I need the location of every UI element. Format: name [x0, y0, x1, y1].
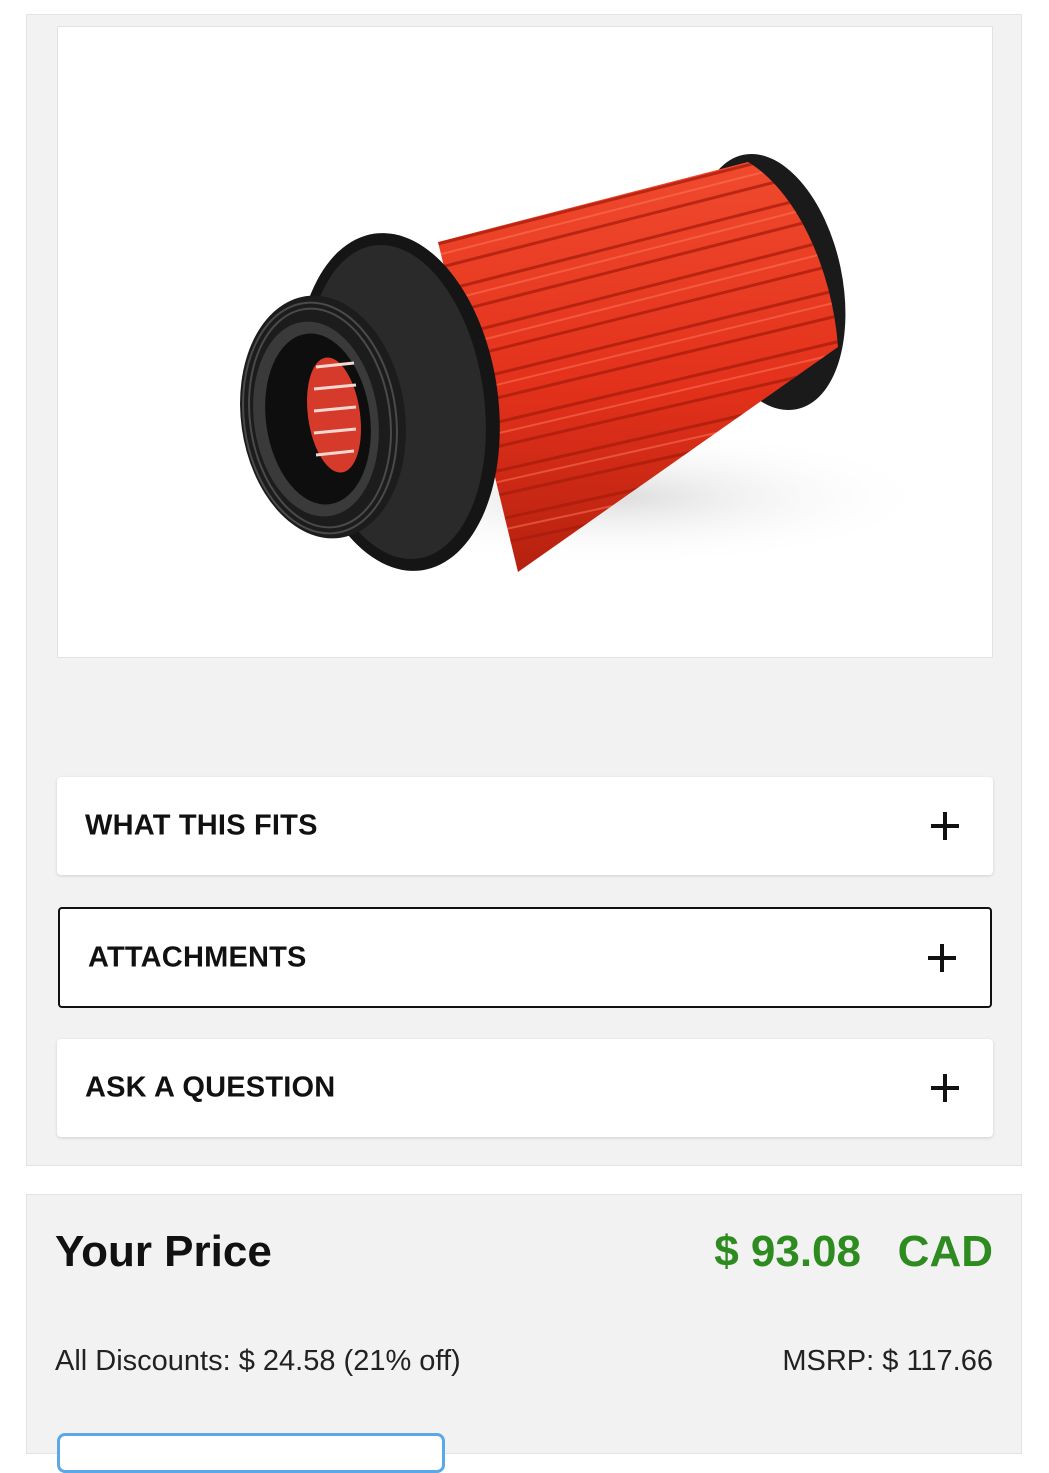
accordion-label: ASK A QUESTION [85, 1071, 336, 1104]
price-panel: Your Price $ 93.08 CAD All Discounts: $ … [26, 1194, 1022, 1473]
add-to-cart-button[interactable] [57, 1433, 445, 1473]
msrp-text: MSRP: $ 117.66 [782, 1345, 993, 1377]
plus-icon[interactable] [931, 812, 959, 840]
plus-icon[interactable] [928, 943, 956, 972]
product-image[interactable] [57, 26, 993, 658]
accordion-ask-a-question[interactable]: ASK A QUESTION [57, 1039, 993, 1137]
accordion-attachments[interactable]: ATTACHMENTS [58, 907, 992, 1008]
product-gallery-panel: WHAT THIS FITS ATTACHMENTS ASK A QUESTIO… [26, 14, 1022, 1166]
discounts-text: All Discounts: $ 24.58 (21% off) [55, 1345, 461, 1377]
price-title: Your Price [55, 1227, 272, 1276]
accordion-what-this-fits[interactable]: WHAT THIS FITS [57, 777, 993, 875]
accordion-label: WHAT THIS FITS [85, 809, 318, 842]
accordion-label: ATTACHMENTS [88, 941, 307, 973]
plus-icon[interactable] [931, 1074, 959, 1102]
air-filter-illustration [240, 153, 938, 572]
price-value: $ 93.08 CAD [714, 1227, 993, 1276]
